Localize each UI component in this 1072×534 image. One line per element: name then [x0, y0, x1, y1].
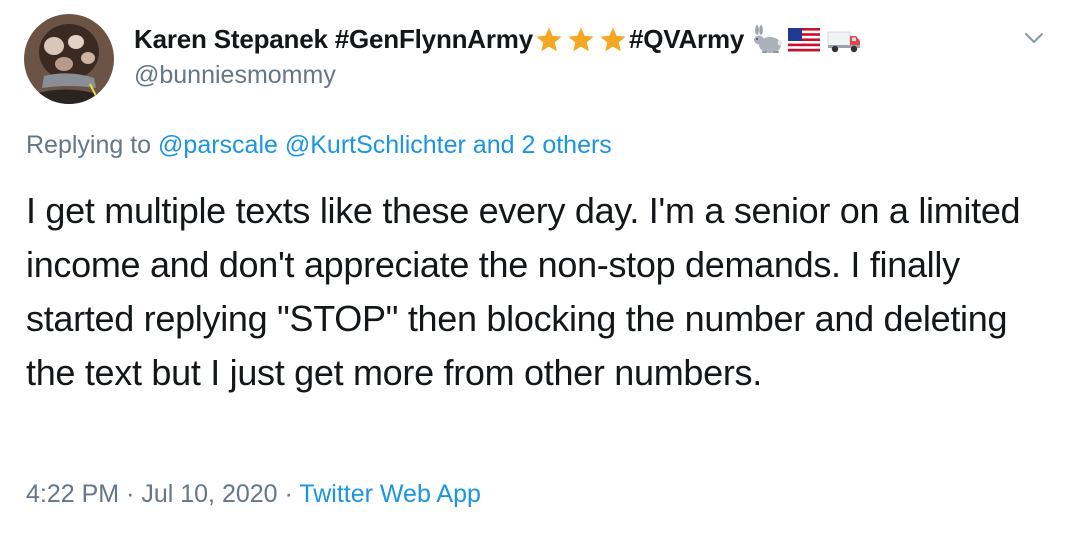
- display-name-suffix[interactable]: #QVArmy: [629, 24, 744, 55]
- reply-user-link[interactable]: @parscale: [158, 131, 278, 159]
- display-name-row: Karen Stepanek #GenFlynnArmy #QVArmy: [134, 24, 862, 55]
- truck-icon: [827, 31, 861, 52]
- tweet-meta: 4:22 PM · Jul 10, 2020 · Twitter Web App: [26, 480, 481, 509]
- tweet-text: I get multiple texts like these every da…: [26, 190, 1021, 393]
- replying-to-label: Replying to: [26, 131, 159, 159]
- chevron-down-icon[interactable]: [1022, 26, 1046, 50]
- display-name[interactable]: Karen Stepanek #GenFlynnArmy: [134, 24, 533, 55]
- reply-others-link[interactable]: and 2 others: [473, 131, 612, 159]
- replying-to: Replying to @parscale @KurtSchlichter an…: [26, 131, 612, 160]
- tweet-card: Karen Stepanek #GenFlynnArmy #QVArmy @bu…: [0, 0, 1072, 534]
- meta-separator: ·: [126, 480, 135, 508]
- star-icon: [568, 27, 594, 51]
- meta-separator: ·: [284, 480, 293, 508]
- star-icon: [600, 27, 626, 51]
- reply-user-link[interactable]: @KurtSchlichter: [285, 131, 466, 159]
- star-icon: [536, 27, 562, 51]
- tweet-time[interactable]: 4:22 PM: [26, 480, 119, 508]
- us-flag-icon: [788, 27, 821, 52]
- rabbit-icon: [754, 24, 783, 53]
- user-handle[interactable]: @bunniesmommy: [134, 61, 336, 90]
- tweet-source-link[interactable]: Twitter Web App: [299, 480, 481, 508]
- tweet-date[interactable]: Jul 10, 2020: [141, 480, 277, 508]
- avatar[interactable]: [24, 14, 114, 104]
